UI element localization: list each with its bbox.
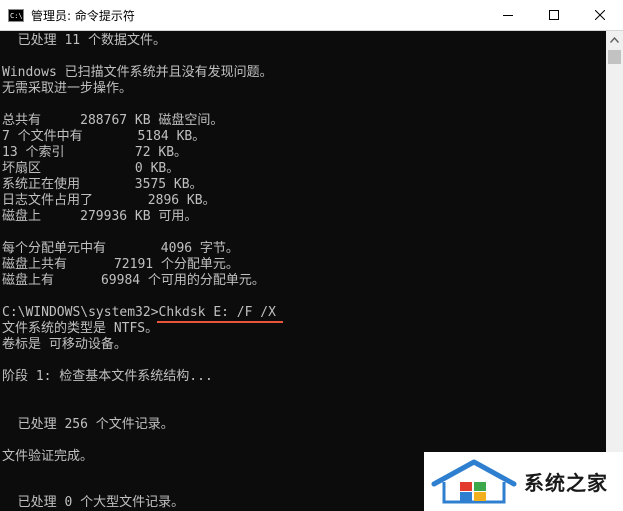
vertical-scrollbar[interactable]: [606, 31, 623, 511]
console-line: 文件验证完成。: [2, 449, 94, 464]
console-line: 7 个文件中有 5184 KB。: [2, 129, 206, 144]
command-line: C:\WINDOWS\system32>Chkdsk E: /F /X: [2, 305, 276, 320]
house-logo-icon: [431, 459, 517, 503]
cmd-app-icon-text: C:\: [10, 11, 23, 20]
console-line: 已处理 11 个数据文件。: [2, 33, 166, 48]
console-line: 坏扇区 0 KB。: [2, 161, 180, 176]
console-output[interactable]: 已处理 11 个数据文件。 Windows 已扫描文件系统并且没有发现问题。 无…: [0, 31, 606, 511]
console-line: 磁盘上有 69984 个可用的分配单元。: [2, 273, 265, 288]
scrollbar-thumb[interactable]: [608, 50, 621, 64]
window-title: 管理员: 命令提示符: [31, 8, 135, 23]
command-prompt-window: C:\ 管理员: 命令提示符 已处理 11 个数据文件。 Windows 已扫描…: [0, 0, 623, 511]
console-line: 磁盘上 279936 KB 可用。: [2, 209, 198, 224]
close-icon: [595, 10, 605, 20]
console-line: 磁盘上共有 72191 个分配单元。: [2, 257, 239, 272]
watermark-logo: 系统之家: [424, 452, 623, 511]
console-line: 系统正在使用 3575 KB。: [2, 177, 203, 192]
console-line: 无需采取进一步操作。: [2, 81, 133, 96]
scroll-up-button[interactable]: [606, 31, 623, 48]
console-line: 总共有 288767 KB 磁盘空间。: [2, 113, 224, 128]
console-line: Windows 已扫描文件系统并且没有发现问题。: [2, 65, 273, 80]
console-line: 已处理 256 个文件记录。: [2, 417, 174, 432]
minimize-icon: [503, 15, 513, 16]
close-button[interactable]: [577, 0, 623, 30]
console-line: 阶段 1: 检查基本文件系统结构...: [2, 369, 213, 384]
maximize-button[interactable]: [531, 0, 577, 30]
chevron-up-icon: [610, 36, 619, 43]
watermark-text: 系统之家: [524, 471, 608, 495]
console-line: 文件系统的类型是 NTFS。: [2, 321, 159, 336]
command-highlight-underline: [157, 321, 283, 323]
title-bar[interactable]: C:\ 管理员: 命令提示符: [0, 0, 623, 31]
minimize-button[interactable]: [485, 0, 531, 30]
cmd-app-icon[interactable]: C:\: [8, 8, 24, 22]
console-line: 卷标是 可移动设备。: [2, 337, 127, 352]
maximize-icon: [549, 10, 559, 20]
console-line: 13 个索引 72 KB。: [2, 145, 188, 160]
console-line: 每个分配单元中有 4096 字节。: [2, 241, 239, 256]
console-line: 已处理 0 个大型文件记录。: [2, 495, 185, 510]
console-line: 日志文件占用了 2896 KB。: [2, 193, 216, 208]
